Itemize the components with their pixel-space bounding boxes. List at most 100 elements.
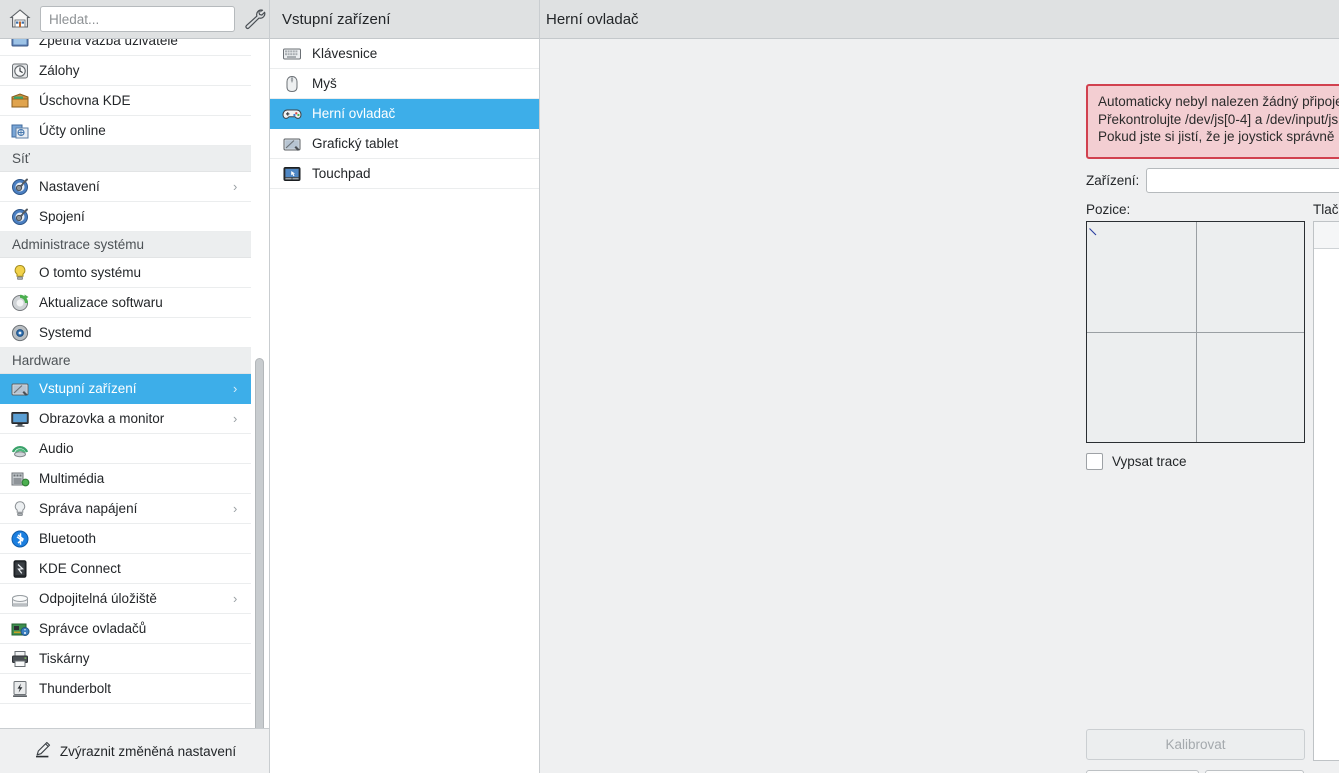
sidebar-item-o-tomto-syst-mu[interactable]: O tomto systému bbox=[0, 258, 251, 288]
input-device-item-label: Grafický tablet bbox=[312, 136, 399, 151]
sidebar-item-z-lohy[interactable]: Zálohy bbox=[0, 56, 251, 86]
sidebar-item-kde-connect[interactable]: KDE Connect bbox=[0, 554, 251, 584]
input-devices-panel: Vstupní zařízení Klávesnice Myš Herní ovla… bbox=[270, 0, 540, 773]
sidebar-item-systemd[interactable]: Systemd bbox=[0, 318, 251, 348]
error-line-2: Překontrolujte /dev/js[0-4] a /dev/input… bbox=[1098, 111, 1339, 127]
sidebar-item-label: Účty online bbox=[39, 123, 106, 138]
sidebar-nav-list: Zpětná vazba uživatele Zálohy Úschovna KDE… bbox=[0, 39, 251, 704]
sidebar-item-label: Odpojitelná úložiště bbox=[39, 591, 157, 606]
removable-storage-icon bbox=[10, 589, 30, 609]
sidebar-item-schovna-kde[interactable]: Úschovna KDE bbox=[0, 86, 251, 116]
sidebar-scrollbar-thumb[interactable] bbox=[255, 358, 264, 728]
trace-label: Vypsat trace bbox=[1112, 454, 1187, 469]
sidebar-item-label: O tomto systému bbox=[39, 265, 142, 280]
input-device-item-label: Herní ovladač bbox=[312, 106, 396, 121]
calibrate-button[interactable]: Kalibrovat bbox=[1086, 729, 1305, 760]
sidebar-category-header: Hardware bbox=[0, 348, 251, 374]
input-device-item-touchpad[interactable]: Touchpad bbox=[270, 159, 539, 189]
position-cursor-marker bbox=[1089, 224, 1097, 236]
buttons-table-body[interactable] bbox=[1314, 249, 1339, 760]
sidebar-item-audio[interactable]: Audio bbox=[0, 434, 251, 464]
sidebar-item-thunderbolt[interactable]: Thunderbolt bbox=[0, 674, 251, 704]
position-horizontal-axis bbox=[1087, 332, 1304, 333]
power-management-icon bbox=[10, 499, 30, 519]
sidebar-item-label: Audio bbox=[39, 441, 74, 456]
network-settings-icon bbox=[10, 177, 30, 197]
sidebar-item-spr-vce-ovlada[interactable]: Správce ovladačů bbox=[0, 614, 251, 644]
sidebar-item-label: Obrazovka a monitor bbox=[39, 411, 165, 426]
home-icon[interactable] bbox=[8, 7, 32, 31]
input-device-item-grafick-tablet[interactable]: Grafický tablet bbox=[270, 129, 539, 159]
thunderbolt-icon bbox=[10, 679, 30, 699]
device-label: Zařízení: bbox=[1086, 172, 1140, 188]
highlight-changed-settings-button[interactable]: Zvýraznit změněná nastavení bbox=[0, 728, 269, 773]
joystick-position-widget[interactable] bbox=[1086, 221, 1305, 443]
error-line-3: Pokud jste si jistí, že je joystick sprá… bbox=[1098, 129, 1339, 145]
sidebar-item-label: Úschovna KDE bbox=[39, 93, 131, 108]
keyboard-icon bbox=[282, 44, 302, 64]
position-label: Pozice: bbox=[1086, 202, 1131, 217]
sidebar-category-header: Administrace systému bbox=[0, 232, 251, 258]
sidebar-scrollbar-track[interactable] bbox=[255, 78, 267, 728]
sidebar-item-obrazovka-a-monitor[interactable]: Obrazovka a monitor › bbox=[0, 404, 251, 434]
backup-disk-icon bbox=[10, 61, 30, 81]
sidebar-item-label: Multimédia bbox=[39, 471, 105, 486]
sidebar-item-bluetooth[interactable]: Bluetooth bbox=[0, 524, 251, 554]
sidebar-item-nastaven[interactable]: Nastavení › bbox=[0, 172, 251, 202]
sidebar-item-tisk-rny[interactable]: Tiskárny bbox=[0, 644, 251, 674]
sidebar: Zpětná vazba uživatele Zálohy Úschovna KDE… bbox=[0, 0, 270, 773]
search-input[interactable] bbox=[40, 6, 235, 32]
feedback-icon bbox=[10, 39, 30, 51]
error-line-1: Automaticky nebyl nalezen žádný připojen… bbox=[1098, 94, 1339, 109]
trace-checkbox[interactable] bbox=[1086, 453, 1103, 470]
input-devices-icon bbox=[10, 379, 30, 399]
kde-connect-icon bbox=[10, 559, 30, 579]
input-devices-list: Klávesnice Myš Herní ovladač Grafický table… bbox=[270, 39, 539, 773]
sidebar-item-multim-dia[interactable]: Multimédia bbox=[0, 464, 251, 494]
sidebar-category-header: Síť bbox=[0, 146, 251, 172]
buttons-table-header: Stav bbox=[1314, 222, 1339, 249]
highlight-changed-settings-label: Zvýraznit změněná nastavení bbox=[59, 743, 237, 759]
input-device-item-my[interactable]: Myš bbox=[270, 69, 539, 99]
sidebar-item-aktualizace-softwaru[interactable]: Aktualizace softwaru bbox=[0, 288, 251, 318]
sidebar-item-vstupn-za-zen[interactable]: Vstupní zařízení › bbox=[0, 374, 251, 404]
sidebar-item-label: Zpětná vazba uživatele bbox=[39, 39, 178, 48]
sidebar-item-label: Správce ovladačů bbox=[39, 621, 147, 636]
driver-manager-icon bbox=[10, 619, 30, 639]
gamepad-icon bbox=[282, 104, 302, 124]
page-title: Herní ovladač bbox=[540, 0, 1339, 39]
sidebar-item-label: Thunderbolt bbox=[39, 681, 112, 696]
input-device-item-hern-ovlada[interactable]: Herní ovladač bbox=[270, 99, 539, 129]
wrench-icon[interactable] bbox=[243, 8, 267, 30]
sidebar-item-label: Spojení bbox=[39, 209, 85, 224]
systemd-gear-icon bbox=[10, 323, 30, 343]
sidebar-item-label: Zálohy bbox=[39, 63, 80, 78]
chevron-right-icon: › bbox=[233, 501, 238, 516]
touchpad-icon bbox=[282, 164, 302, 184]
sidebar-scroll-area: Zpětná vazba uživatele Zálohy Úschovna KDE… bbox=[0, 39, 269, 728]
display-monitor-icon bbox=[10, 409, 30, 429]
sidebar-item-spojen[interactable]: Spojení bbox=[0, 202, 251, 232]
main-content: Herní ovladač Automaticky nebyl nalezen … bbox=[540, 0, 1339, 773]
network-connections-icon bbox=[10, 207, 30, 227]
input-device-item-label: Klávesnice bbox=[312, 46, 378, 61]
device-combobox[interactable] bbox=[1146, 167, 1339, 193]
sidebar-item-spr-va-nap-jen[interactable]: Správa napájení › bbox=[0, 494, 251, 524]
sidebar-item-odpojiteln-lo-i-t[interactable]: Odpojitelná úložiště › bbox=[0, 584, 251, 614]
input-device-item-kl-vesnice[interactable]: Klávesnice bbox=[270, 39, 539, 69]
graphics-tablet-icon bbox=[282, 134, 302, 154]
trace-checkbox-row[interactable]: Vypsat trace bbox=[1086, 453, 1187, 470]
kde-wallet-icon bbox=[10, 91, 30, 111]
system-settings-window: Zpětná vazba uživatele Zálohy Úschovna KDE… bbox=[0, 0, 1339, 773]
chevron-right-icon: › bbox=[233, 591, 238, 606]
printers-icon bbox=[10, 649, 30, 669]
sidebar-item-label: Nastavení bbox=[39, 179, 100, 194]
sidebar-item-label: Správa napájení bbox=[39, 501, 138, 516]
sidebar-item-label: Vstupní zařízení bbox=[39, 381, 137, 396]
sidebar-item-ty-online[interactable]: Účty online bbox=[0, 116, 251, 146]
bluetooth-icon bbox=[10, 529, 30, 549]
sidebar-item-zp-tn-vazba-u-ivatele[interactable]: Zpětná vazba uživatele bbox=[0, 39, 251, 56]
sidebar-item-label: KDE Connect bbox=[39, 561, 121, 576]
highlighter-pen-icon bbox=[33, 740, 52, 762]
input-device-item-label: Myš bbox=[312, 76, 337, 91]
